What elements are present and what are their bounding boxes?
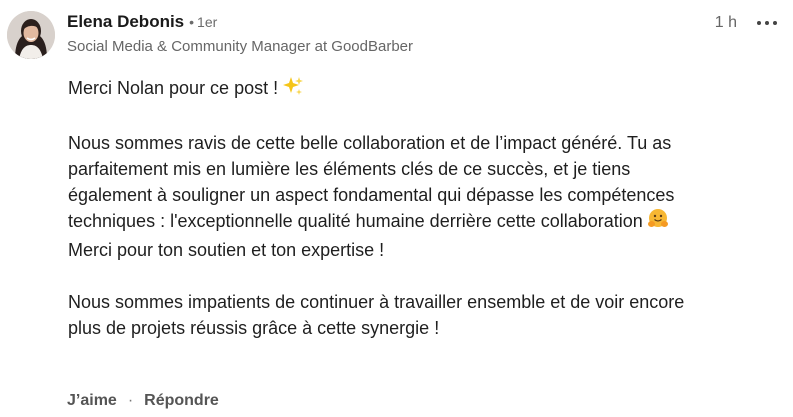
hugging-face-icon: [647, 208, 669, 237]
comment-paragraph: Merci Nolan pour ce post !: [68, 75, 786, 104]
author-line: Elena Debonis • 1er: [67, 12, 773, 36]
comment-header: Elena Debonis • 1er Social Media & Commu…: [67, 12, 773, 55]
action-separator: ·: [127, 392, 134, 409]
comment-line: Merci Nolan pour ce post !: [68, 78, 279, 98]
comment-paragraph: Nous sommes impatients de continuer à tr…: [68, 289, 786, 341]
comment-line: parfaitement mis en lumière les éléments…: [68, 159, 631, 179]
comment-text: Merci Nolan pour ce post ! Nous sommes r…: [68, 75, 786, 341]
connection-degree: 1er: [197, 14, 218, 30]
comment-meta: 1 h: [715, 13, 777, 33]
ellipsis-horizontal-icon: [757, 21, 761, 25]
comment-paragraph: Nous sommes ravis de cette belle collabo…: [68, 130, 786, 263]
avatar[interactable]: [7, 11, 55, 59]
comment-line: Nous sommes impatients de continuer à tr…: [68, 292, 685, 312]
comment-line: Nous sommes ravis de cette belle collabo…: [68, 133, 672, 153]
timestamp: 1 h: [714, 14, 737, 31]
degree-separator: •: [189, 14, 195, 30]
profile-photo: [7, 11, 55, 59]
comment-line: techniques : l'exceptionnelle qualité hu…: [68, 211, 643, 231]
comment-actions: J’aime · Répondre: [67, 392, 219, 410]
comment-line: Merci pour ton soutien et ton expertise …: [68, 240, 385, 260]
author-name[interactable]: Elena Debonis: [67, 12, 184, 32]
sparkles-icon: [282, 75, 304, 104]
reply-button[interactable]: Répondre: [144, 392, 219, 410]
comment-line: également à souligner un aspect fondamen…: [68, 185, 675, 205]
comment-line: plus de projets réussis grâce à cette sy…: [68, 318, 440, 338]
more-options-button[interactable]: [757, 13, 777, 33]
author-headline: Social Media & Community Manager at Good…: [67, 38, 413, 55]
like-button[interactable]: J’aime: [67, 392, 117, 410]
